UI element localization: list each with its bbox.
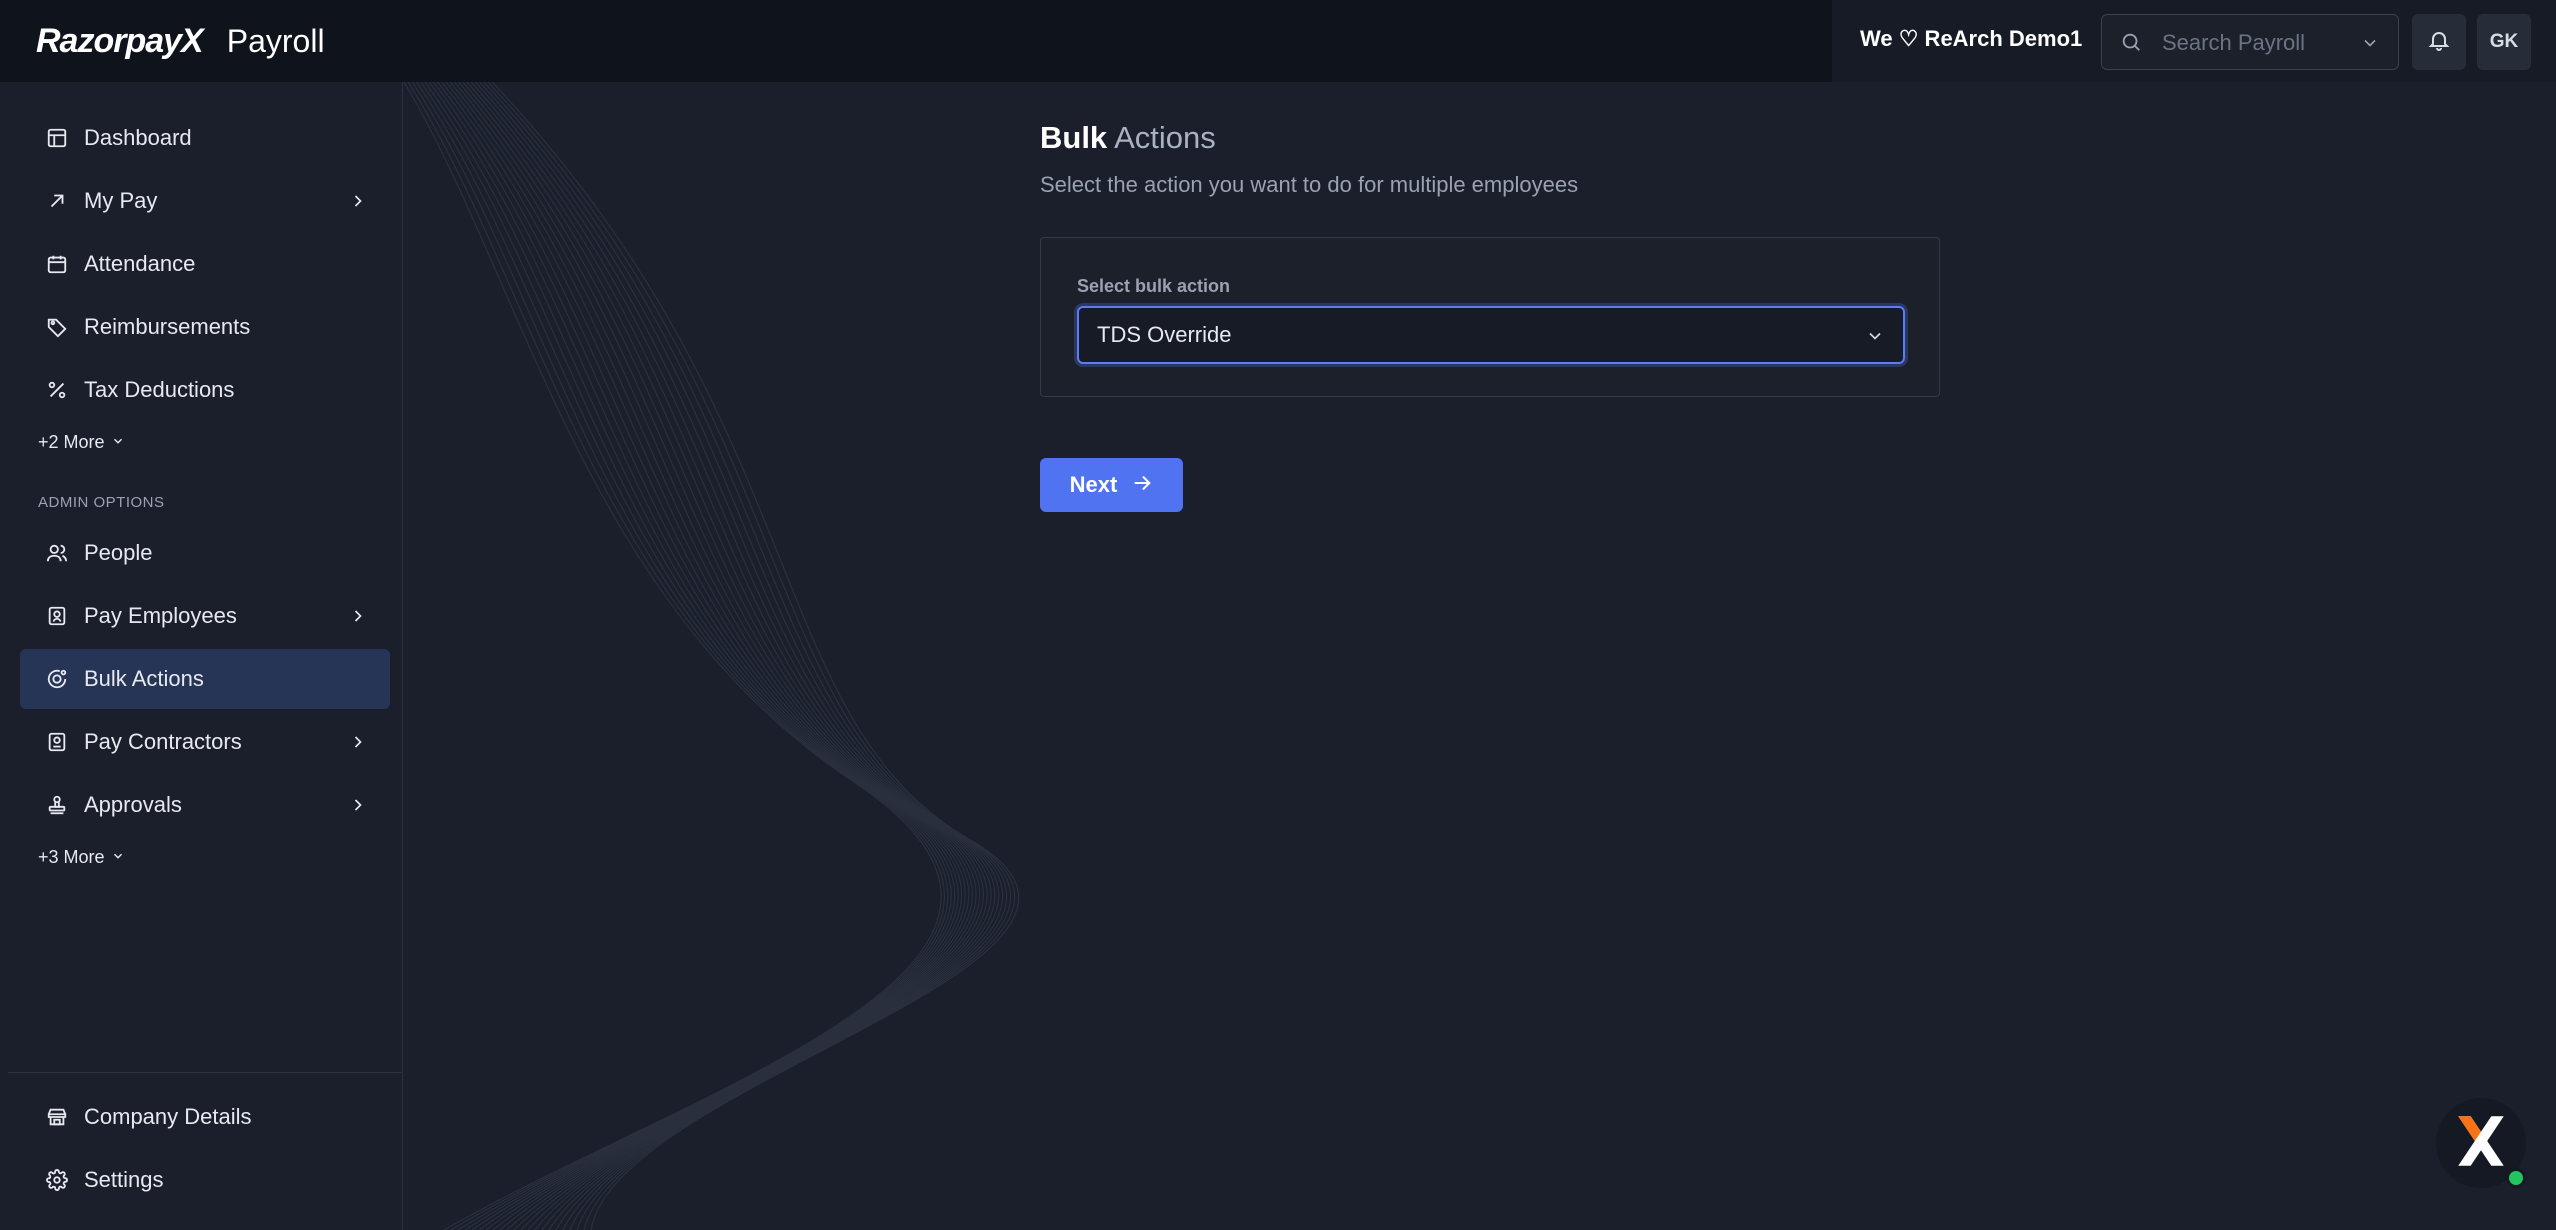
search-icon [2120,31,2142,58]
chevron-down-icon[interactable] [2360,33,2380,58]
sidebar-item-label: Settings [84,1167,164,1192]
logo[interactable]: RazorpayX Payroll [36,18,325,64]
search-placeholder: Search Payroll [2162,30,2306,55]
bulk-action-card: Select bulk action TDS Override [1040,237,1940,397]
sidebar-item-label: Reimbursements [84,314,251,339]
field-label: Select bulk action [1077,276,1231,296]
bulk-icon [46,668,68,690]
notifications-button[interactable] [2412,14,2466,70]
bell-icon [2427,28,2451,57]
sidebar-item-label: Pay Contractors [84,729,242,754]
building-icon [46,1106,68,1128]
sidebar-item-attendance[interactable]: Attendance [20,234,390,294]
percent-icon [46,379,68,401]
logo-wordmark: RazorpayX [36,21,204,60]
avatar[interactable]: GK [2477,14,2531,70]
chevron-down-icon [1865,326,1885,351]
more-label: +3 More [38,847,105,867]
calendar-icon [46,253,68,275]
sidebar-item-label: Pay Employees [84,603,237,628]
online-status-dot [2506,1168,2526,1188]
chevron-right-icon [348,606,368,631]
sidebar-item-bulk-actions[interactable]: Bulk Actions [20,649,390,709]
page-subtitle: Select the action you want to do for mul… [1040,172,1579,197]
section-label: ADMIN OPTIONS [38,494,165,511]
page-title: Bulk Actions [1040,120,1216,156]
sidebar-item-label: Approvals [84,792,182,817]
more-toggle[interactable]: +3 More [38,847,125,868]
sidebar-item-reimbursements[interactable]: Reimbursements [20,297,390,357]
sidebar-item-approvals[interactable]: Approvals [20,775,390,835]
chevron-down-icon [111,847,125,868]
avatar-initials: GK [2489,31,2519,52]
sidebar-divider [8,1072,403,1073]
sidebar-item-my-pay[interactable]: My Pay [20,171,390,231]
arrow-right-icon [1131,472,1153,499]
sidebar-item-label: Dashboard [84,125,192,150]
next-button-label: Next [1069,472,1118,497]
arrow-up-right-icon [46,190,68,212]
top-bar: RazorpayX Payroll We ♡ ReArch Demo1 Sear… [0,0,2556,82]
sidebar-item-company-details[interactable]: Company Details [20,1087,390,1147]
sidebar-item-tax-deductions[interactable]: Tax Deductions [20,360,390,420]
sidebar-item-label: Bulk Actions [84,666,204,691]
page-title-bold: Bulk [1040,120,1108,155]
select-value: TDS Override [1097,322,1232,347]
sidebar: Dashboard My Pay Attendance Reimbursemen… [8,82,403,1230]
more-toggle[interactable]: +2 More [38,432,125,453]
sidebar-item-settings[interactable]: Settings [20,1150,390,1210]
org-name[interactable]: We ♡ ReArch Demo1 [1860,26,2082,52]
more-label: +2 More [38,432,105,452]
razorpayx-logo-icon [2450,1110,2512,1177]
layout-icon [46,127,68,149]
sidebar-item-pay-contractors[interactable]: Pay Contractors [20,712,390,772]
chevron-down-icon [111,432,125,453]
background-waves [404,82,1020,1230]
sidebar-item-people[interactable]: People [20,523,390,583]
chevron-right-icon [348,191,368,216]
sidebar-item-label: My Pay [84,188,158,213]
tag-icon [46,316,68,338]
chevron-right-icon [348,795,368,820]
gear-icon [46,1169,68,1191]
sidebar-item-pay-employees[interactable]: Pay Employees [20,586,390,646]
sidebar-item-label: Company Details [84,1104,252,1129]
search-input[interactable]: Search Payroll [2101,14,2399,70]
receipt-icon [46,605,68,627]
product-name: Payroll [226,22,325,59]
sidebar-item-dashboard[interactable]: Dashboard [20,108,390,168]
sidebar-item-label: People [84,540,153,565]
page-title-rest: Actions [1114,120,1216,155]
sidebar-item-label: Tax Deductions [84,377,235,402]
users-icon [46,542,68,564]
contract-icon [46,731,68,753]
sidebar-item-label: Attendance [84,251,196,276]
bulk-action-select[interactable]: TDS Override [1077,306,1905,364]
stamp-icon [46,794,68,816]
next-button[interactable]: Next [1040,458,1183,512]
chevron-right-icon [348,732,368,757]
chat-widget-button[interactable] [2436,1098,2526,1188]
